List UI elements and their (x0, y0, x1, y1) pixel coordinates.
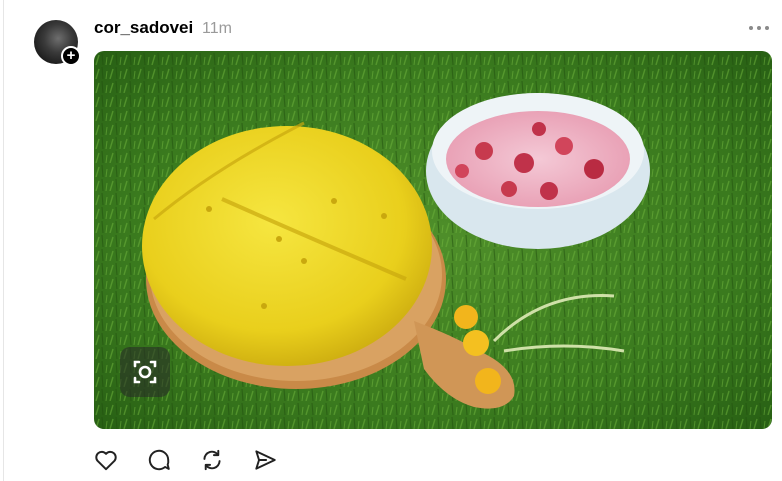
visual-search-icon (133, 360, 157, 384)
send-icon (255, 450, 276, 470)
photo-illustration (94, 51, 772, 429)
more-options-button[interactable] (746, 18, 772, 38)
speech-bubble-icon (148, 449, 170, 471)
post-image[interactable] (94, 51, 772, 429)
like-button[interactable] (93, 447, 119, 473)
divider (3, 0, 4, 481)
more-horizontal-icon (749, 26, 769, 30)
plus-icon[interactable]: + (61, 46, 81, 66)
repost-icon (203, 449, 221, 471)
visual-search-button[interactable] (120, 347, 170, 397)
comment-button[interactable] (146, 447, 172, 473)
repost-button[interactable] (199, 447, 225, 473)
post-timestamp[interactable]: 11m (202, 20, 232, 38)
username[interactable]: cor_sadovei (94, 18, 193, 38)
heart-icon (95, 450, 117, 471)
share-button[interactable] (252, 447, 278, 473)
